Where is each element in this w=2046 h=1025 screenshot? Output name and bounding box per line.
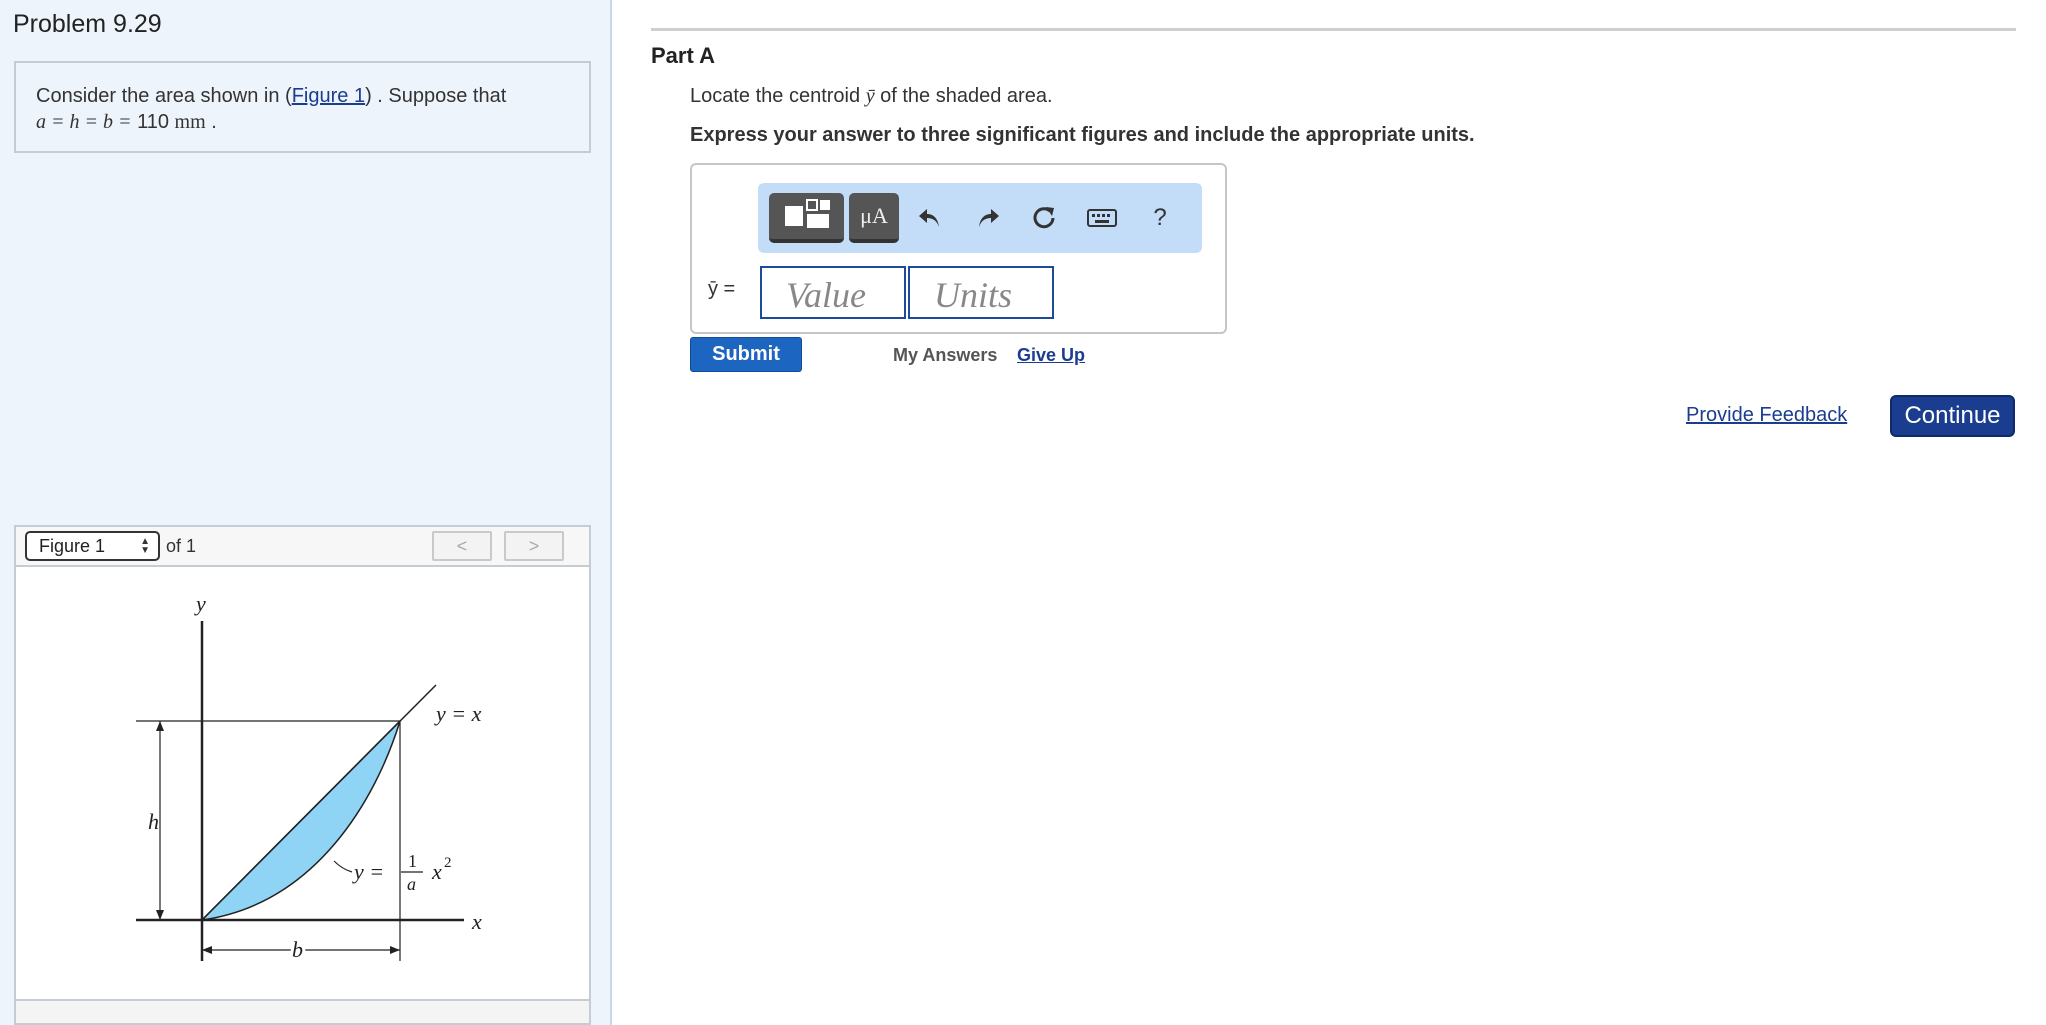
help-icon: ? bbox=[1153, 204, 1167, 231]
chevron-left-icon: < bbox=[456, 536, 468, 556]
x-axis-label: x bbox=[471, 909, 482, 934]
top-divider bbox=[651, 28, 2016, 31]
redo-icon bbox=[979, 209, 999, 227]
reset-button[interactable] bbox=[1024, 195, 1064, 241]
b-label: b bbox=[292, 937, 303, 962]
chevron-right-icon: > bbox=[528, 536, 540, 556]
figure-select[interactable]: Figure 1 ▲ ▼ bbox=[25, 531, 160, 561]
curve-eq-numerator: 1 bbox=[408, 851, 417, 871]
statement-suffix: ) . Suppose that bbox=[365, 85, 507, 107]
answer-label: ȳ = bbox=[708, 278, 736, 300]
curve-eq-denominator: a bbox=[407, 874, 416, 894]
equation-unit: mm bbox=[174, 111, 206, 133]
equation-lhs: a = h = b = bbox=[36, 111, 132, 133]
question-suffix: of the shaded area. bbox=[880, 85, 1053, 107]
help-button[interactable]: ? bbox=[1140, 195, 1180, 241]
part-title: Part A bbox=[651, 43, 715, 68]
figure-select-value: Figure 1 bbox=[39, 536, 106, 556]
figure-count: of 1 bbox=[166, 536, 197, 556]
h-arrow-bottom bbox=[156, 910, 164, 920]
units-button-label: μA bbox=[860, 203, 888, 228]
statement-prefix: Consider the area shown in ( bbox=[36, 85, 292, 107]
problem-title: Problem 9.29 bbox=[13, 10, 162, 38]
template-icon bbox=[784, 199, 830, 228]
y-axis-label: y bbox=[194, 591, 206, 616]
curve-leader bbox=[333, 860, 353, 873]
give-up-link[interactable]: Give Up bbox=[1017, 345, 1085, 366]
instruction-text: Express your answer to three significant… bbox=[690, 124, 1475, 146]
question-text: Locate the centroid ȳ of the shaded area… bbox=[690, 85, 1053, 108]
equation-toolbar: μA ? bbox=[758, 183, 1202, 253]
my-answers-label: My Answers bbox=[893, 345, 998, 365]
units-input[interactable] bbox=[908, 266, 1054, 319]
reset-icon bbox=[1033, 207, 1055, 229]
line-equation-label: y = x bbox=[434, 701, 482, 726]
undo-button[interactable] bbox=[910, 195, 950, 241]
next-figure-button[interactable]: > bbox=[504, 531, 564, 561]
h-label: h bbox=[148, 809, 159, 834]
provide-feedback-link[interactable]: Provide Feedback bbox=[1686, 404, 1847, 427]
submit-button[interactable]: Submit bbox=[690, 337, 802, 372]
h-arrow-top bbox=[156, 721, 164, 731]
figure-toolbar: Figure 1 ▲ ▼ of 1 < > bbox=[16, 527, 589, 567]
answer-box: μA ? ȳ = Value Units bbox=[690, 163, 1227, 334]
equation-value: 110 bbox=[137, 111, 169, 133]
curve-eq-exponent: 2 bbox=[444, 855, 452, 871]
figure-footer bbox=[16, 999, 589, 1023]
previous-figure-button[interactable]: < bbox=[432, 531, 492, 561]
select-arrows-icon: ▲ ▼ bbox=[140, 536, 150, 556]
curve-eq-lhs: y = bbox=[352, 859, 384, 884]
equation-end: . bbox=[211, 111, 217, 133]
curve-eq-rhs: x bbox=[431, 859, 442, 884]
figure-diagram: y x y = x h b y = 1 a x 2 bbox=[136, 591, 482, 965]
b-arrow-left bbox=[202, 946, 212, 954]
continue-button[interactable]: Continue bbox=[1890, 395, 2015, 437]
value-input[interactable] bbox=[760, 266, 906, 319]
undo-icon bbox=[919, 209, 939, 227]
question-prefix: Locate the centroid bbox=[690, 85, 861, 107]
template-button[interactable] bbox=[769, 193, 844, 243]
problem-statement: Consider the area shown in (Figure 1) . … bbox=[14, 61, 591, 153]
redo-button[interactable] bbox=[968, 195, 1008, 241]
figure-link[interactable]: Figure 1 bbox=[292, 85, 365, 107]
line-y-equals-x bbox=[201, 684, 437, 921]
keyboard-icon bbox=[1087, 209, 1117, 227]
left-panel: Problem 9.29 Consider the area shown in … bbox=[0, 0, 612, 1025]
question-symbol: ȳ bbox=[865, 85, 875, 107]
keyboard-button[interactable] bbox=[1082, 195, 1122, 241]
figure-panel: Figure 1 ▲ ▼ of 1 < > y x y = x h b y = … bbox=[14, 525, 591, 1025]
units-button[interactable]: μA bbox=[849, 193, 899, 243]
b-arrow-right bbox=[390, 946, 400, 954]
